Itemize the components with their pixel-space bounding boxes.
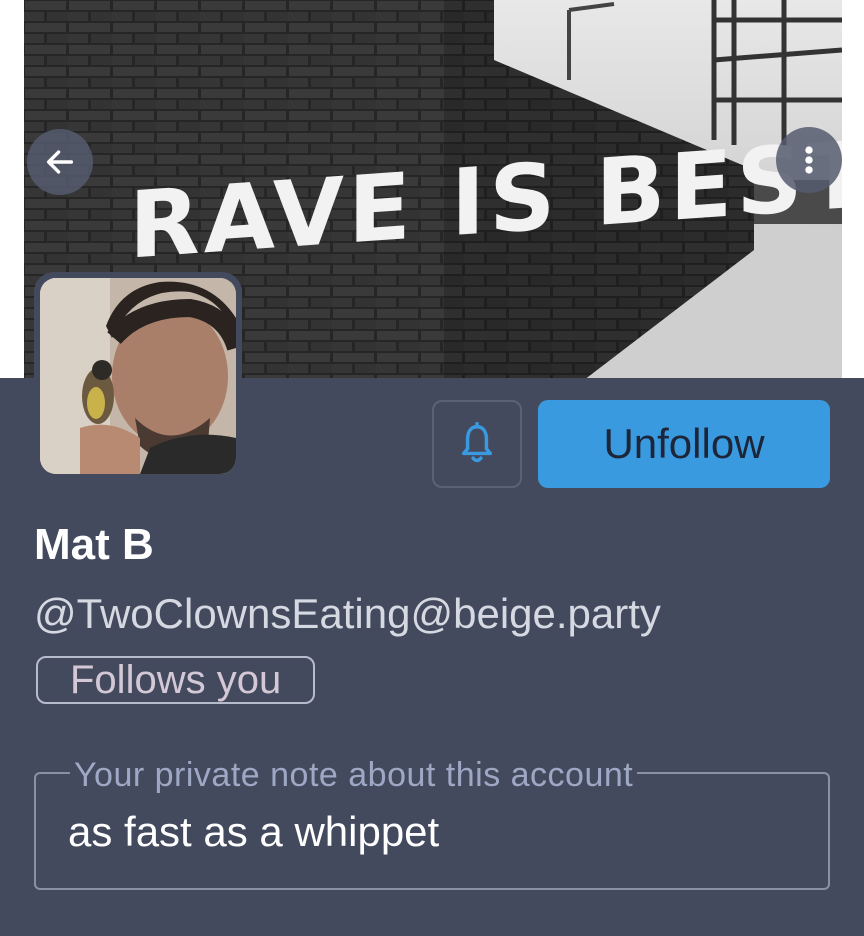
back-button[interactable]	[27, 129, 93, 195]
more-vertical-icon	[805, 146, 813, 174]
avatar[interactable]	[34, 272, 242, 480]
arrow-left-icon	[46, 150, 74, 174]
unfollow-button[interactable]: Unfollow	[538, 400, 830, 488]
account-handle: @TwoClownsEating@beige.party	[34, 590, 661, 637]
display-name: Mat B	[34, 520, 154, 569]
private-note-label: Your private note about this account	[70, 756, 638, 795]
avatar-image	[40, 278, 236, 474]
follows-you-badge: Follows you	[36, 656, 316, 704]
bell-icon	[461, 422, 493, 463]
private-note-text[interactable]: as fast as a whippet	[68, 808, 439, 856]
avatar-photo	[40, 278, 236, 474]
notify-button[interactable]	[432, 400, 522, 488]
follows-you-label: Follows you	[70, 657, 282, 702]
more-options-button[interactable]	[776, 127, 842, 193]
